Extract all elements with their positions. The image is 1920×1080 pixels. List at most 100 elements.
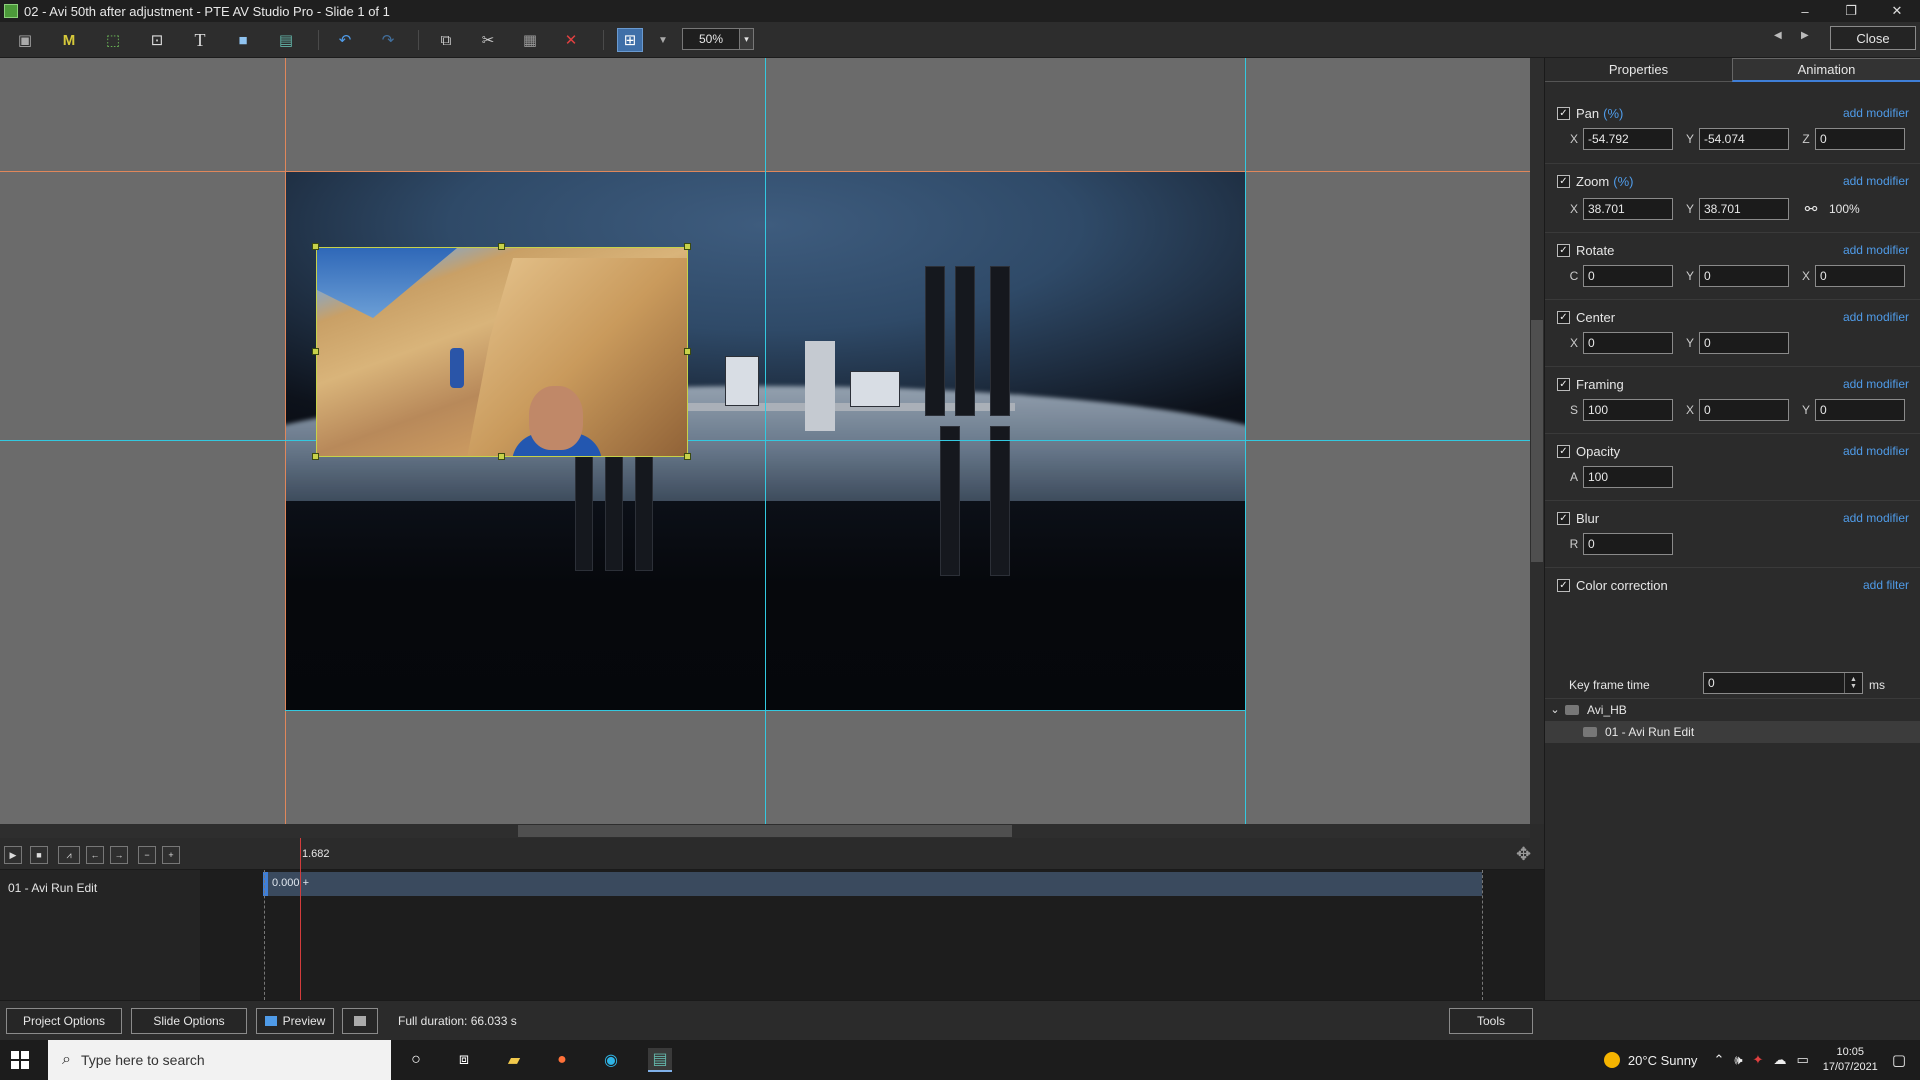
color-correction-checkbox[interactable]: ✓: [1557, 579, 1570, 592]
cloud-icon[interactable]: ☁: [1773, 1052, 1786, 1068]
camera-icon[interactable]: ▣: [12, 28, 38, 52]
chevron-down-icon[interactable]: ▾: [739, 29, 753, 49]
weather-text[interactable]: 20°C Sunny: [1628, 1053, 1698, 1068]
tree-item-parent[interactable]: ⌄ Avi_HB: [1545, 698, 1920, 720]
center-checkbox[interactable]: ✓: [1557, 311, 1570, 324]
rotate-x-input[interactable]: 0: [1815, 265, 1905, 287]
notification-icon[interactable]: ▢: [1892, 1051, 1906, 1069]
remove-keyframe-button[interactable]: −: [138, 846, 156, 864]
prev-keyframe-button[interactable]: ←: [86, 846, 104, 864]
vertical-scrollbar[interactable]: [1530, 58, 1544, 824]
add-keyframe-button[interactable]: +: [162, 846, 180, 864]
framing-s-input[interactable]: 100: [1583, 399, 1673, 421]
next-slide-icon[interactable]: ▶: [1801, 30, 1809, 41]
resize-handle[interactable]: [312, 453, 319, 460]
pan-x-input[interactable]: -54.792: [1583, 128, 1673, 150]
dropbox-icon[interactable]: ✦: [1753, 1052, 1764, 1068]
framing-add-modifier-link[interactable]: add modifier: [1843, 377, 1909, 391]
framing-checkbox[interactable]: ✓: [1557, 378, 1570, 391]
blur-r-input[interactable]: 0: [1583, 533, 1673, 555]
resize-handle[interactable]: [312, 243, 319, 250]
rectangle-icon[interactable]: ■: [230, 28, 256, 52]
fullscreen-preview-button[interactable]: [342, 1008, 378, 1034]
chevron-down-icon[interactable]: ⌄: [1545, 703, 1565, 716]
mask-icon[interactable]: M: [56, 28, 82, 52]
spin-up-icon[interactable]: ▲: [1850, 676, 1857, 683]
blur-checkbox[interactable]: ✓: [1557, 512, 1570, 525]
slide-canvas[interactable]: [0, 58, 1530, 824]
project-options-button[interactable]: Project Options: [6, 1008, 122, 1034]
pan-z-input[interactable]: 0: [1815, 128, 1905, 150]
waveform-button[interactable]: ⩘: [58, 846, 80, 864]
tree-item-child[interactable]: 01 - Avi Run Edit: [1545, 721, 1920, 743]
resize-handle[interactable]: [312, 348, 319, 355]
spin-down-icon[interactable]: ▼: [1850, 683, 1857, 690]
frame-icon[interactable]: ⬚: [100, 28, 126, 52]
resize-handle[interactable]: [684, 348, 691, 355]
close-window-button[interactable]: ✕: [1874, 0, 1920, 22]
undo-icon[interactable]: ↶: [332, 28, 358, 52]
opacity-add-modifier-link[interactable]: add modifier: [1843, 444, 1909, 458]
opacity-checkbox[interactable]: ✓: [1557, 445, 1570, 458]
keyframe-time-input[interactable]: 0: [1703, 672, 1863, 694]
network-icon[interactable]: ▭: [1796, 1052, 1808, 1068]
pte-app-icon[interactable]: ▤: [648, 1048, 672, 1072]
cortana-icon[interactable]: ○: [404, 1048, 428, 1072]
rotate-y-input[interactable]: 0: [1699, 265, 1789, 287]
resize-handle[interactable]: [498, 453, 505, 460]
image-icon[interactable]: ▤: [273, 28, 299, 52]
edge-icon[interactable]: ◉: [599, 1048, 623, 1072]
taskbar-search[interactable]: ⌕ Type here to search: [48, 1040, 391, 1080]
zoom-add-modifier-link[interactable]: add modifier: [1843, 174, 1909, 188]
guide-line[interactable]: [0, 440, 1530, 441]
file-explorer-icon[interactable]: ▰: [502, 1048, 526, 1072]
cut-icon[interactable]: ✂: [475, 28, 501, 52]
chevron-up-icon[interactable]: ⌃: [1713, 1052, 1724, 1068]
next-keyframe-button[interactable]: →: [110, 846, 128, 864]
redo-icon[interactable]: ↷: [375, 28, 401, 52]
track-header[interactable]: 01 - Avi Run Edit: [0, 870, 200, 1000]
play-button[interactable]: ▶: [4, 846, 22, 864]
tab-animation[interactable]: Animation: [1732, 58, 1920, 82]
close-button[interactable]: Close: [1830, 26, 1916, 50]
restore-button[interactable]: ❐: [1828, 0, 1874, 22]
pan-add-modifier-link[interactable]: add modifier: [1843, 106, 1909, 120]
rotate-checkbox[interactable]: ✓: [1557, 244, 1570, 257]
center-x-input[interactable]: 0: [1583, 332, 1673, 354]
delete-icon[interactable]: ✕: [558, 28, 584, 52]
prev-slide-icon[interactable]: ◀: [1774, 30, 1782, 41]
pan-checkbox[interactable]: ✓: [1557, 107, 1570, 120]
pan-y-input[interactable]: -54.074: [1699, 128, 1789, 150]
zoom-checkbox[interactable]: ✓: [1557, 175, 1570, 188]
scroll-thumb[interactable]: [1531, 320, 1543, 562]
text-icon[interactable]: T: [187, 28, 213, 52]
center-add-modifier-link[interactable]: add modifier: [1843, 310, 1909, 324]
zoom-x-input[interactable]: 38.701: [1583, 198, 1673, 220]
resize-handle[interactable]: [684, 453, 691, 460]
resize-handle[interactable]: [498, 243, 505, 250]
slide-options-button[interactable]: Slide Options: [131, 1008, 247, 1034]
grid-icon[interactable]: ⊞: [617, 28, 643, 52]
horizontal-scrollbar[interactable]: [0, 824, 1530, 838]
minimize-button[interactable]: –: [1782, 0, 1828, 22]
zoom-select[interactable]: 50% ▾: [682, 28, 754, 50]
paste-icon[interactable]: ▦: [517, 28, 543, 52]
time-ruler[interactable]: 1.682: [264, 838, 1482, 870]
framing-y-input[interactable]: 0: [1815, 399, 1905, 421]
grid-dropdown-icon[interactable]: ▼: [650, 28, 676, 52]
clock[interactable]: 10:05 17/07/2021: [1823, 1045, 1878, 1075]
rotate-c-input[interactable]: 0: [1583, 265, 1673, 287]
copy-icon[interactable]: ⧉: [433, 28, 459, 52]
add-filter-link[interactable]: add filter: [1863, 578, 1909, 592]
video-icon[interactable]: ⊡: [144, 28, 170, 52]
stop-button[interactable]: ■: [30, 846, 48, 864]
speaker-icon[interactable]: 🕪: [1734, 1052, 1742, 1068]
preview-button[interactable]: Preview: [256, 1008, 334, 1034]
opacity-a-input[interactable]: 100: [1583, 466, 1673, 488]
link-icon[interactable]: ⚯: [1797, 200, 1825, 218]
keyframe-spinner[interactable]: ▲ ▼: [1844, 673, 1862, 693]
zoom-y-input[interactable]: 38.701: [1699, 198, 1789, 220]
tools-button[interactable]: Tools: [1449, 1008, 1533, 1034]
selected-image-object[interactable]: [316, 247, 688, 457]
move-icon[interactable]: ✥: [1516, 844, 1531, 865]
